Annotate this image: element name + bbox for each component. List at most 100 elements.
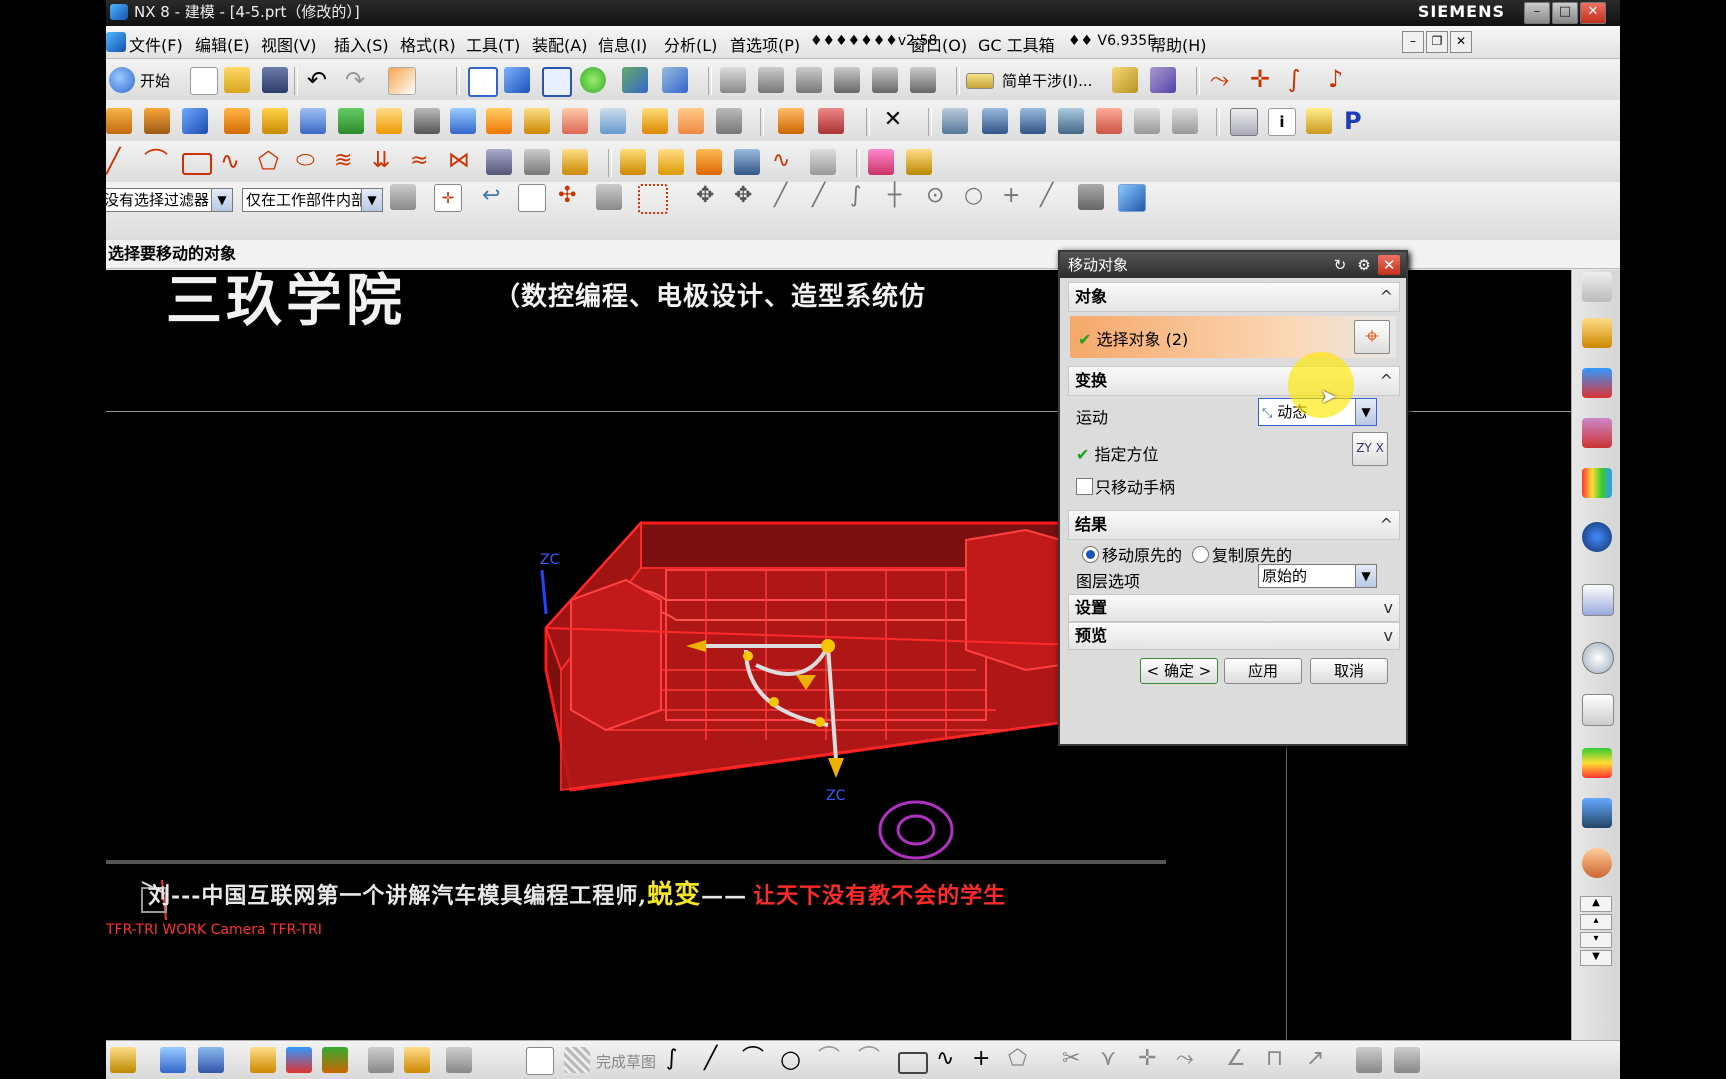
curve-analysis-icon[interactable] [872, 67, 898, 93]
delay-evaluation-icon[interactable] [322, 1047, 348, 1073]
snap-face-icon[interactable] [1078, 184, 1104, 210]
line-icon[interactable]: ╱ [106, 149, 132, 175]
undo-icon[interactable]: ↶ [304, 67, 330, 93]
wrench-icon[interactable] [906, 149, 932, 175]
sketch-chamfer-icon[interactable]: ⌒ [858, 1047, 884, 1073]
finish-sketch-label[interactable]: 完成草图 [596, 1051, 656, 1072]
animate-dimension-icon[interactable] [1394, 1047, 1420, 1073]
scroll-top-button[interactable]: ▲ [1580, 896, 1612, 912]
chevron-down-icon[interactable]: v [1384, 595, 1393, 621]
dialog-title-bar[interactable]: 移动对象 ↻ ⚙ ✕ [1060, 252, 1406, 278]
specify-orientation-row[interactable]: ✔ 指定方位 [1076, 441, 1159, 465]
part-navigator-icon[interactable] [1582, 418, 1612, 448]
menu-insert[interactable]: 插入(S) [334, 32, 389, 56]
menu-analysis[interactable]: 分析(L) [664, 32, 717, 56]
layer-option-select[interactable]: 原始的 ▼ [1258, 564, 1377, 588]
quick-trim-icon[interactable]: ✂ [1062, 1047, 1088, 1073]
part-navigator-icon[interactable] [1230, 108, 1258, 136]
profile-icon[interactable]: ∫ [666, 1047, 692, 1073]
rectangle-select-icon[interactable] [638, 184, 668, 214]
menu-info[interactable]: 信息(I) [598, 32, 647, 56]
boss-icon[interactable] [262, 108, 288, 134]
sketch-fillet-icon[interactable]: ⌒ [818, 1047, 844, 1073]
roles-icon[interactable] [1582, 848, 1612, 878]
sketch-line-icon[interactable]: ╱ [704, 1047, 730, 1073]
bridge-curve-icon[interactable]: ≈ [410, 149, 436, 175]
auto-constrain-icon[interactable]: ↗ [1306, 1047, 1332, 1073]
hole-icon[interactable] [224, 108, 250, 134]
emboss-icon[interactable] [696, 149, 722, 175]
menu-tools[interactable]: 工具(T) [466, 32, 520, 56]
offset-face-icon[interactable]: ✕ [880, 108, 906, 134]
split-body-icon[interactable] [818, 108, 844, 134]
assembly-navigator-icon[interactable] [1582, 318, 1612, 348]
sketch-spline-icon[interactable]: ∿ [936, 1047, 962, 1073]
polygon-icon[interactable]: ⬠ [258, 149, 284, 175]
wireframe-view-icon[interactable] [542, 67, 572, 97]
section-curve-icon[interactable] [562, 149, 588, 175]
select-feature-icon[interactable] [390, 184, 416, 210]
trim-body-icon[interactable] [778, 108, 804, 134]
intersection-curve-icon[interactable] [524, 149, 550, 175]
resource-bar-settings-icon[interactable] [1582, 272, 1612, 302]
fit-view-icon[interactable] [468, 67, 498, 97]
move-handle-only-checkbox[interactable]: 只移动手柄 [1076, 474, 1175, 498]
redo-icon[interactable]: ↷ [342, 67, 368, 93]
type-filter-select[interactable]: 没有选择过滤器 ▼ [106, 188, 233, 212]
menu-assembly[interactable]: 装配(A) [532, 32, 587, 56]
mdi-restore-button[interactable]: ❐ [1426, 31, 1448, 53]
iso-curve-icon[interactable] [734, 149, 760, 175]
maximize-button[interactable]: □ [1552, 2, 1578, 24]
snap-point-icon[interactable]: ✛ [434, 184, 462, 212]
sketch-name-icon[interactable] [526, 1047, 554, 1075]
radio-selected-icon[interactable] [1082, 546, 1099, 563]
move-original-radio[interactable]: 移动原先的 [1082, 542, 1182, 566]
mdi-close-button[interactable]: ✕ [1450, 31, 1472, 53]
constraint-icon[interactable]: ∠ [1226, 1047, 1252, 1073]
sew-icon[interactable] [1134, 108, 1160, 134]
snap-circle-icon[interactable]: ○ [964, 184, 990, 210]
sketch-polygon-icon[interactable]: ⬠ [1008, 1047, 1034, 1073]
point-constructor-icon[interactable]: ✣ [558, 184, 584, 210]
n-sided-surface-icon[interactable] [1058, 108, 1084, 134]
surface-analysis-icon[interactable] [910, 67, 936, 93]
studio-spline-icon[interactable]: ∿ [220, 149, 246, 175]
fit-curve-icon[interactable]: ∿ [772, 149, 798, 175]
groove-icon[interactable] [414, 108, 440, 134]
menu-preferences[interactable]: 首选项(P) [730, 32, 800, 56]
arc-icon[interactable]: ⌒ [144, 149, 170, 175]
scroll-up-button[interactable]: ▴ [1580, 914, 1612, 930]
close-button[interactable]: ✕ [1580, 2, 1606, 24]
deselect-icon[interactable] [596, 184, 622, 210]
sketch-tool-icon[interactable] [368, 1047, 394, 1073]
group-object-header[interactable]: 对象 ^ [1068, 282, 1400, 312]
menu-view[interactable]: 视图(V) [261, 32, 316, 56]
dimension-icon[interactable]: ⊓ [1266, 1047, 1292, 1073]
dialog-close-icon[interactable]: ✕ [1378, 255, 1400, 275]
work-view-icon[interactable] [1118, 184, 1146, 212]
menu-help[interactable]: 帮助(H) [1150, 32, 1207, 56]
ellipse-icon[interactable]: ⬭ [296, 149, 322, 175]
cancel-button[interactable]: 取消 [1310, 658, 1388, 684]
sketch-tool-3-icon[interactable] [446, 1047, 472, 1073]
unite-icon[interactable] [642, 108, 668, 134]
show-constraints-icon[interactable] [1356, 1047, 1382, 1073]
nc-program-icon[interactable]: P [1344, 108, 1370, 134]
history-icon[interactable] [1582, 584, 1614, 616]
info-icon[interactable]: i [1268, 108, 1296, 136]
trace-icon[interactable] [658, 149, 684, 175]
process-studio-icon[interactable] [1582, 748, 1612, 778]
wave-link-icon[interactable] [620, 149, 646, 175]
csys-dialog-icon[interactable]: ZY X [1352, 432, 1388, 466]
gear-icon[interactable]: ⚙ [1354, 255, 1374, 275]
web-browser-icon[interactable] [1582, 522, 1612, 552]
copy-original-radio[interactable]: 复制原先的 [1192, 542, 1292, 566]
snap-end-icon[interactable]: ✥ [696, 184, 722, 210]
pencil-icon[interactable] [1112, 67, 1138, 93]
crosshair-select-icon[interactable]: ⌖ [1354, 320, 1390, 354]
chevron-down-icon[interactable]: ▼ [1355, 565, 1376, 587]
chevron-up-icon[interactable]: ^ [1380, 283, 1393, 311]
datum-plane-icon[interactable] [868, 149, 894, 175]
draft-icon[interactable] [600, 108, 626, 134]
group-settings-header[interactable]: 设置 v [1068, 594, 1400, 622]
